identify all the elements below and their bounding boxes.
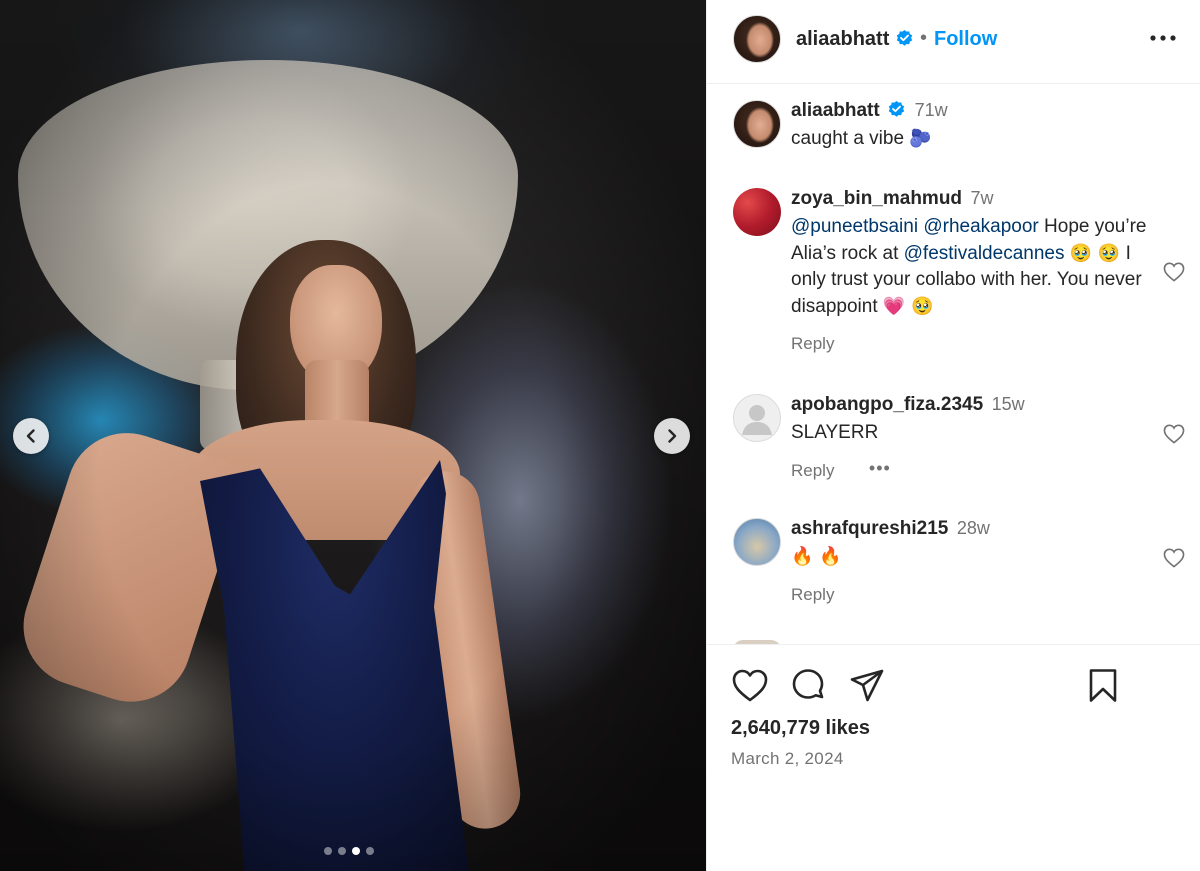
default-avatar-icon — [742, 405, 772, 435]
bookmark-icon[interactable] — [1084, 667, 1122, 705]
likes-count[interactable]: 2,640,779 likes — [731, 717, 870, 740]
post-date[interactable]: March 2, 2024 — [731, 749, 844, 769]
heart-icon[interactable] — [731, 667, 769, 705]
comments-list[interactable]: aliaabhatt 71w caught a vibe 🫐 zoya_bin_… — [707, 84, 1200, 644]
comment-text: @puneetbsaini @rheakapoor Hope you’re Al… — [791, 214, 1161, 320]
header-separator: • — [920, 27, 928, 49]
comment-emoji: 🥹 🥹 — [1069, 242, 1121, 264]
mention-link[interactable]: @rheakapoor — [923, 216, 1038, 237]
header-username[interactable]: aliaabhatt — [796, 28, 889, 51]
comment-username[interactable]: apobangpo_fiza.2345 — [791, 394, 983, 415]
verified-icon — [888, 100, 905, 117]
carousel-prev-button[interactable] — [13, 418, 49, 454]
avatar[interactable] — [733, 394, 781, 442]
caption-text: caught a vibe — [791, 128, 905, 149]
carousel-dot-active — [352, 847, 360, 855]
comment-time[interactable]: 7w — [971, 188, 994, 208]
caption-time[interactable]: 71w — [915, 100, 948, 120]
mention-link[interactable]: @puneetbsaini — [791, 216, 918, 237]
avatar[interactable] — [733, 15, 781, 63]
more-options-button[interactable] — [1149, 28, 1177, 48]
mention-link[interactable]: @festivaldecannes — [904, 243, 1065, 264]
heart-icon[interactable] — [1163, 424, 1185, 444]
avatar[interactable] — [733, 518, 781, 566]
comment-text: 🔥 🔥 — [791, 546, 842, 567]
share-icon[interactable] — [848, 667, 886, 705]
heart-icon[interactable] — [1163, 262, 1185, 282]
carousel-next-button[interactable] — [654, 418, 690, 454]
photo-vignette — [0, 0, 706, 871]
chevron-left-icon — [26, 429, 35, 443]
comment-username[interactable]: zoya_bin_mahmud — [791, 188, 962, 209]
post-header: aliaabhatt • Follow — [707, 0, 1200, 84]
comment-username[interactable]: ashrafqureshi215 — [791, 518, 948, 539]
post-photo — [0, 0, 706, 871]
avatar[interactable] — [733, 100, 781, 148]
reply-button[interactable]: Reply — [791, 461, 834, 481]
reply-button[interactable]: Reply — [791, 585, 834, 605]
carousel-indicator — [324, 847, 374, 855]
post-actions: 2,640,779 likes March 2, 2024 — [707, 644, 1200, 871]
comment-time[interactable]: 15w — [992, 394, 1025, 414]
comment-more-button[interactable]: ••• — [869, 458, 891, 479]
heart-icon[interactable] — [1163, 548, 1185, 568]
carousel-dot — [338, 847, 346, 855]
follow-button[interactable]: Follow — [934, 28, 997, 51]
caption-username[interactable]: aliaabhatt — [791, 100, 880, 121]
post-side-panel: aliaabhatt • Follow aliaabhatt 71w caugh… — [706, 0, 1200, 871]
comment-icon[interactable] — [789, 667, 827, 705]
reply-button[interactable]: Reply — [791, 334, 834, 354]
chevron-right-icon — [668, 429, 677, 443]
caption-emoji: 🫐 — [909, 128, 932, 149]
comment-text: SLAYERR — [791, 422, 879, 443]
more-icon — [1150, 35, 1176, 41]
verified-icon — [896, 29, 913, 46]
comment-time[interactable]: 28w — [957, 518, 990, 538]
carousel-dot — [324, 847, 332, 855]
carousel-dot — [366, 847, 374, 855]
avatar[interactable] — [733, 188, 781, 236]
comment-emoji: 💗 🥹 — [882, 295, 934, 317]
